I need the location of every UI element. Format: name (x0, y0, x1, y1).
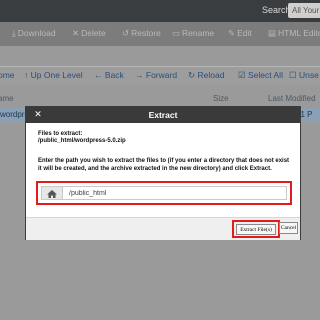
download-icon: ⤓ (12, 28, 16, 38)
column-name[interactable]: ame (0, 94, 14, 103)
home-button[interactable]: ome (0, 70, 15, 80)
file-table-header: ame Size Last Modified (0, 92, 320, 106)
file-toolbar: ⤓ Download ✕ Delete ↺ Restore ▭ Rename ✎ Edit… (0, 22, 320, 46)
forward-button[interactable]: → Forward (135, 70, 177, 80)
navigation-toolbar: ome ↑ Up One Level ← Back → Forward ↻ Re… (0, 66, 320, 85)
column-last-modified[interactable]: Last Modified (268, 94, 316, 103)
download-button[interactable]: ⤓ Download (12, 28, 56, 39)
restore-icon: ↺ (122, 28, 130, 38)
extract-dialog: ✕ Extract Files to extract: /public_html… (25, 106, 301, 240)
up-arrow-icon: ↑ (24, 70, 29, 80)
extract-path-input[interactable] (63, 186, 287, 200)
top-bar: Search All Your (0, 0, 320, 22)
search-label: Search (262, 5, 291, 15)
extract-files-button[interactable]: Extract File(s) (236, 224, 276, 235)
extract-path-highlight (36, 181, 292, 205)
edit-button[interactable]: ✎ Edit (228, 28, 252, 39)
reload-icon: ↻ (188, 70, 196, 80)
back-arrow-icon: ← (94, 70, 103, 80)
archive-path: /public_html/wordpress-5.0.zip (38, 138, 126, 144)
home-directory-button[interactable] (41, 186, 63, 200)
restore-button[interactable]: ↺ Restore (122, 28, 161, 39)
extract-button-highlight: Extract File(s) (232, 220, 280, 238)
rename-button[interactable]: ▭ Rename (172, 28, 214, 39)
unselect-all-button[interactable]: ☐ Unse (289, 70, 319, 81)
edit-icon: ✎ (228, 28, 236, 38)
delete-icon: ✕ (72, 28, 80, 38)
html-editor-button[interactable]: ▤HTML Editor (268, 28, 320, 39)
search-input[interactable]: All Your (288, 3, 320, 18)
dialog-title: Extract (148, 110, 178, 120)
extract-instructions: Enter the path you wish to extract the f… (38, 158, 290, 172)
home-icon (47, 190, 57, 198)
delete-button[interactable]: ✕ Delete (72, 28, 106, 39)
reload-button[interactable]: ↻ Reload (188, 70, 224, 81)
cancel-button[interactable]: Cancel (279, 222, 298, 234)
html-editor-icon: ▤ (268, 28, 277, 38)
select-all-icon: ☑ (238, 70, 246, 80)
column-size[interactable]: Size (213, 94, 229, 103)
back-button[interactable]: ← Back (94, 70, 124, 80)
forward-arrow-icon: → (135, 70, 144, 80)
unselect-icon: ☐ (289, 70, 297, 80)
dialog-header: ✕ Extract (26, 107, 300, 123)
dialog-footer: Extract File(s) Cancel (26, 217, 300, 240)
rename-icon: ▭ (172, 28, 181, 38)
select-all-button[interactable]: ☑ Select All (238, 70, 283, 81)
up-one-level-button[interactable]: ↑ Up One Level (24, 70, 83, 80)
